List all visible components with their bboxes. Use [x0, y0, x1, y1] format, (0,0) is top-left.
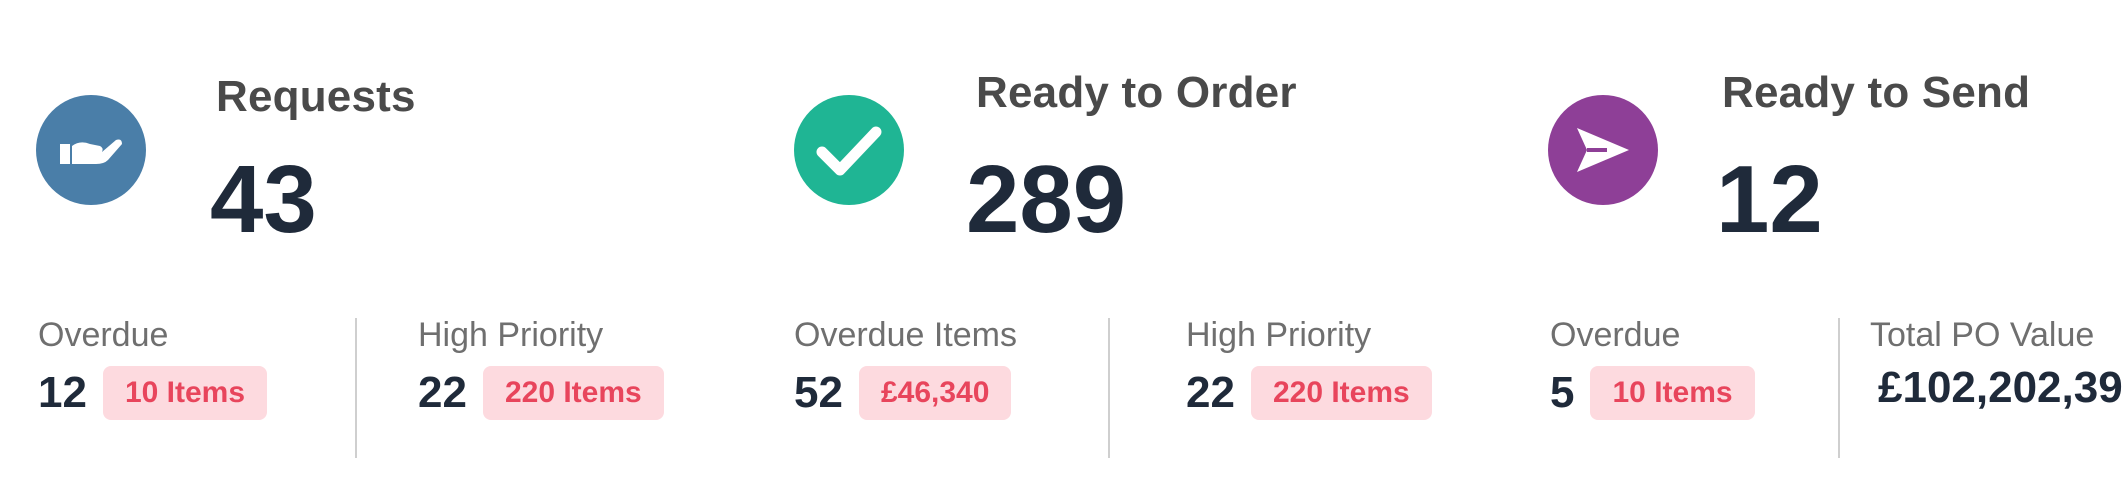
metric-order-high-priority[interactable]: High Priority 22 220 Items — [1186, 318, 1432, 420]
metric-label: High Priority — [1186, 316, 1372, 354]
metric-order-overdue-items[interactable]: Overdue Items 52 £46,340 — [794, 318, 1017, 420]
metric-label: Overdue — [1550, 316, 1681, 354]
metric-requests-high-priority[interactable]: High Priority 22 220 Items — [418, 318, 664, 420]
metric-value: 5 — [1550, 368, 1575, 417]
metric-send-total-po-value[interactable]: Total PO Value £102,202,39 — [1870, 318, 2123, 410]
divider — [1108, 318, 1110, 458]
ready-to-order-icon-circle — [794, 95, 904, 205]
check-icon — [816, 126, 882, 176]
paper-plane-icon — [1577, 128, 1629, 172]
metric-requests-overdue[interactable]: Overdue 12 10 Items — [38, 316, 268, 420]
hand-icon — [60, 139, 122, 164]
ready-to-send-title: Ready to Send — [1722, 68, 2031, 117]
divider — [1838, 318, 1840, 458]
metric-badge: 10 Items — [1590, 366, 1755, 420]
ready-to-order-card[interactable]: Ready to Order 289 — [760, 0, 1520, 280]
ready-to-send-icon-circle — [1548, 95, 1658, 205]
divider — [355, 318, 357, 458]
ready-to-send-card[interactable]: Ready to Send 12 — [1520, 0, 2124, 280]
requests-card[interactable]: Requests 43 — [0, 0, 760, 280]
metric-value: £102,202,39 — [1878, 363, 2123, 412]
requests-icon-circle — [36, 95, 146, 205]
metric-label: High Priority — [418, 316, 604, 354]
metric-value: 52 — [794, 368, 843, 417]
metric-badge: 220 Items — [482, 366, 664, 420]
metric-badge: £46,340 — [858, 366, 1012, 420]
ready-to-order-title: Ready to Order — [976, 68, 1297, 117]
metric-send-overdue[interactable]: Overdue 5 10 Items — [1550, 318, 1755, 420]
requests-count: 43 — [210, 146, 317, 253]
metric-label: Overdue — [38, 316, 169, 354]
metric-label: Total PO Value — [1870, 316, 2095, 354]
metric-label: Overdue Items — [794, 316, 1017, 354]
metric-badge: 10 Items — [102, 366, 268, 420]
metric-value: 22 — [1186, 368, 1235, 417]
metric-value: 22 — [418, 368, 467, 417]
ready-to-order-count: 289 — [966, 146, 1127, 253]
ready-to-send-count: 12 — [1716, 146, 1823, 253]
metric-value: 12 — [38, 368, 87, 417]
metric-badge: 220 Items — [1250, 366, 1432, 420]
requests-title: Requests — [216, 72, 416, 121]
